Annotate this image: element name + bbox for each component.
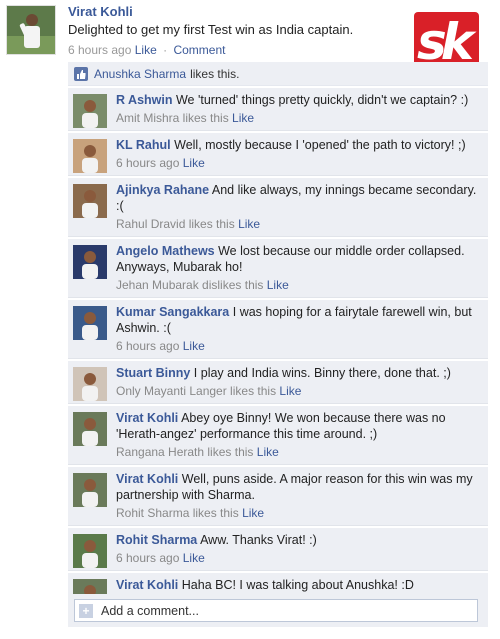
comment-text: We 'turned' things pretty quickly, didn'… (175, 93, 469, 107)
commenter-avatar[interactable] (73, 412, 107, 446)
comment-body: Virat Kohli Well, puns aside. A major re… (116, 467, 488, 525)
comment-meta: Rangana Herath likes this Like (116, 444, 480, 460)
post-time[interactable]: 6 hours ago (68, 43, 131, 57)
comment-like-link[interactable]: Like (183, 339, 205, 353)
comment-meta: Jehan Mubarak dislikes this Like (116, 277, 480, 293)
thumbs-up-icon (74, 66, 88, 81)
post-author-name[interactable]: Virat Kohli (68, 4, 398, 19)
likes-row: Anushka Sharma likes this. (68, 62, 488, 86)
comment-meta: 6 hours ago Like (116, 550, 480, 566)
comment-meta-text: Amit Mishra likes this (116, 111, 229, 125)
commenter-avatar[interactable] (73, 534, 107, 568)
comment-meta: Rahul Dravid likes this Like (116, 216, 480, 232)
commenter-avatar[interactable] (73, 139, 107, 173)
commenter-name[interactable]: Ajinkya Rahane (116, 183, 209, 197)
meta-separator: · (163, 43, 168, 57)
comment-body: Kumar Sangakkara I was hoping for a fair… (116, 300, 488, 358)
comment-like-link[interactable]: Like (183, 156, 205, 170)
comment-like-link[interactable]: Like (279, 384, 301, 398)
commenter-name[interactable]: Kumar Sangakkara (116, 305, 229, 319)
comment-meta-text: Rahul Dravid likes this (116, 217, 235, 231)
comment-item: Virat Kohli Abey oye Binny! We won becau… (68, 406, 488, 465)
commenter-name[interactable]: KL Rahul (116, 138, 171, 152)
comment-text: Haha BC! I was talking about Anushka! :D (181, 578, 414, 592)
comment-meta-text: Rangana Herath likes this (116, 445, 254, 459)
comment-item: Ajinkya Rahane And like always, my innin… (68, 178, 488, 237)
comment-meta: Only Mayanti Langer likes this Like (116, 383, 480, 399)
comment-meta-text: 6 hours ago (116, 339, 180, 353)
comment-meta: Rohit Sharma likes this Like (116, 505, 480, 521)
comment-body: Virat Kohli Abey oye Binny! We won becau… (116, 406, 488, 464)
commenter-avatar[interactable] (73, 306, 107, 340)
plus-icon: + (79, 603, 93, 618)
likes-suffix: likes this. (190, 66, 240, 81)
commenter-name[interactable]: Virat Kohli (116, 411, 178, 425)
comment-item: Virat Kohli Well, puns aside. A major re… (68, 467, 488, 526)
comment-like-link[interactable]: Like (238, 217, 260, 231)
commenter-name[interactable]: Virat Kohli (116, 578, 178, 592)
post-comment-link[interactable]: Comment (173, 43, 225, 57)
comment-item: Kumar Sangakkara I was hoping for a fair… (68, 300, 488, 359)
comment-item: Angelo Mathews We lost because our middl… (68, 239, 488, 298)
comment-item: Stuart Binny I play and India wins. Binn… (68, 361, 488, 404)
commenter-name[interactable]: Angelo Mathews (116, 244, 215, 258)
comment-text: I play and India wins. Binny there, done… (193, 366, 451, 380)
comment-meta-text: Rohit Sharma likes this (116, 506, 239, 520)
comment-item: R Ashwin We 'turned' things pretty quick… (68, 88, 488, 131)
commenter-avatar[interactable] (73, 367, 107, 401)
commenter-name[interactable]: Rohit Sharma (116, 533, 197, 547)
comment-list: R Ashwin We 'turned' things pretty quick… (68, 88, 488, 616)
post-like-link[interactable]: Like (135, 43, 157, 57)
add-comment-input[interactable]: + Add a comment... (74, 599, 478, 622)
comment-meta-text: Jehan Mubarak dislikes this (116, 278, 264, 292)
comments-section: Anushka Sharma likes this. R Ashwin We '… (68, 62, 488, 616)
comment-like-link[interactable]: Like (267, 278, 289, 292)
comment-body: Angelo Mathews We lost because our middl… (116, 239, 488, 297)
commenter-avatar[interactable] (73, 184, 107, 218)
comment-meta-text: 6 hours ago (116, 551, 180, 565)
comment-body: Stuart Binny I play and India wins. Binn… (116, 361, 488, 403)
comment-like-link[interactable]: Like (183, 551, 205, 565)
comment-text: Well, mostly because I 'opened' the path… (174, 138, 466, 152)
comment-meta-text: 6 hours ago (116, 156, 180, 170)
commenter-avatar[interactable] (73, 94, 107, 128)
commenter-name[interactable]: R Ashwin (116, 93, 172, 107)
comment-text: Aww. Thanks Virat! :) (200, 533, 317, 547)
comment-body: KL Rahul Well, mostly because I 'opened'… (116, 133, 488, 175)
comment-body: Ajinkya Rahane And like always, my innin… (116, 178, 488, 236)
comment-meta: 6 hours ago Like (116, 338, 480, 354)
comment-meta-text: Only Mayanti Langer likes this (116, 384, 277, 398)
comment-body: R Ashwin We 'turned' things pretty quick… (116, 88, 488, 130)
comment-like-link[interactable]: Like (242, 506, 264, 520)
comment-like-link[interactable]: Like (232, 111, 254, 125)
comment-meta: 6 hours ago Like (116, 155, 480, 171)
add-comment-row: + Add a comment... (68, 594, 488, 627)
comment-item: KL Rahul Well, mostly because I 'opened'… (68, 133, 488, 176)
comment-item: Rohit Sharma Aww. Thanks Virat! :) 6 hour… (68, 528, 488, 571)
comment-like-link[interactable]: Like (257, 445, 279, 459)
commenter-avatar[interactable] (73, 473, 107, 507)
commenter-name[interactable]: Virat Kohli (116, 472, 178, 486)
author-avatar[interactable] (6, 5, 56, 55)
post-meta: 6 hours ago Like · Comment (68, 43, 398, 57)
comment-body: Rohit Sharma Aww. Thanks Virat! :) 6 hour… (116, 528, 488, 570)
commenter-avatar[interactable] (73, 245, 107, 279)
comment-meta: Amit Mishra likes this Like (116, 110, 480, 126)
commenter-name[interactable]: Stuart Binny (116, 366, 190, 380)
likes-user[interactable]: Anushka Sharma (94, 67, 186, 81)
add-comment-placeholder: Add a comment... (101, 603, 199, 618)
post-text: Delighted to get my first Test win as In… (68, 22, 354, 37)
